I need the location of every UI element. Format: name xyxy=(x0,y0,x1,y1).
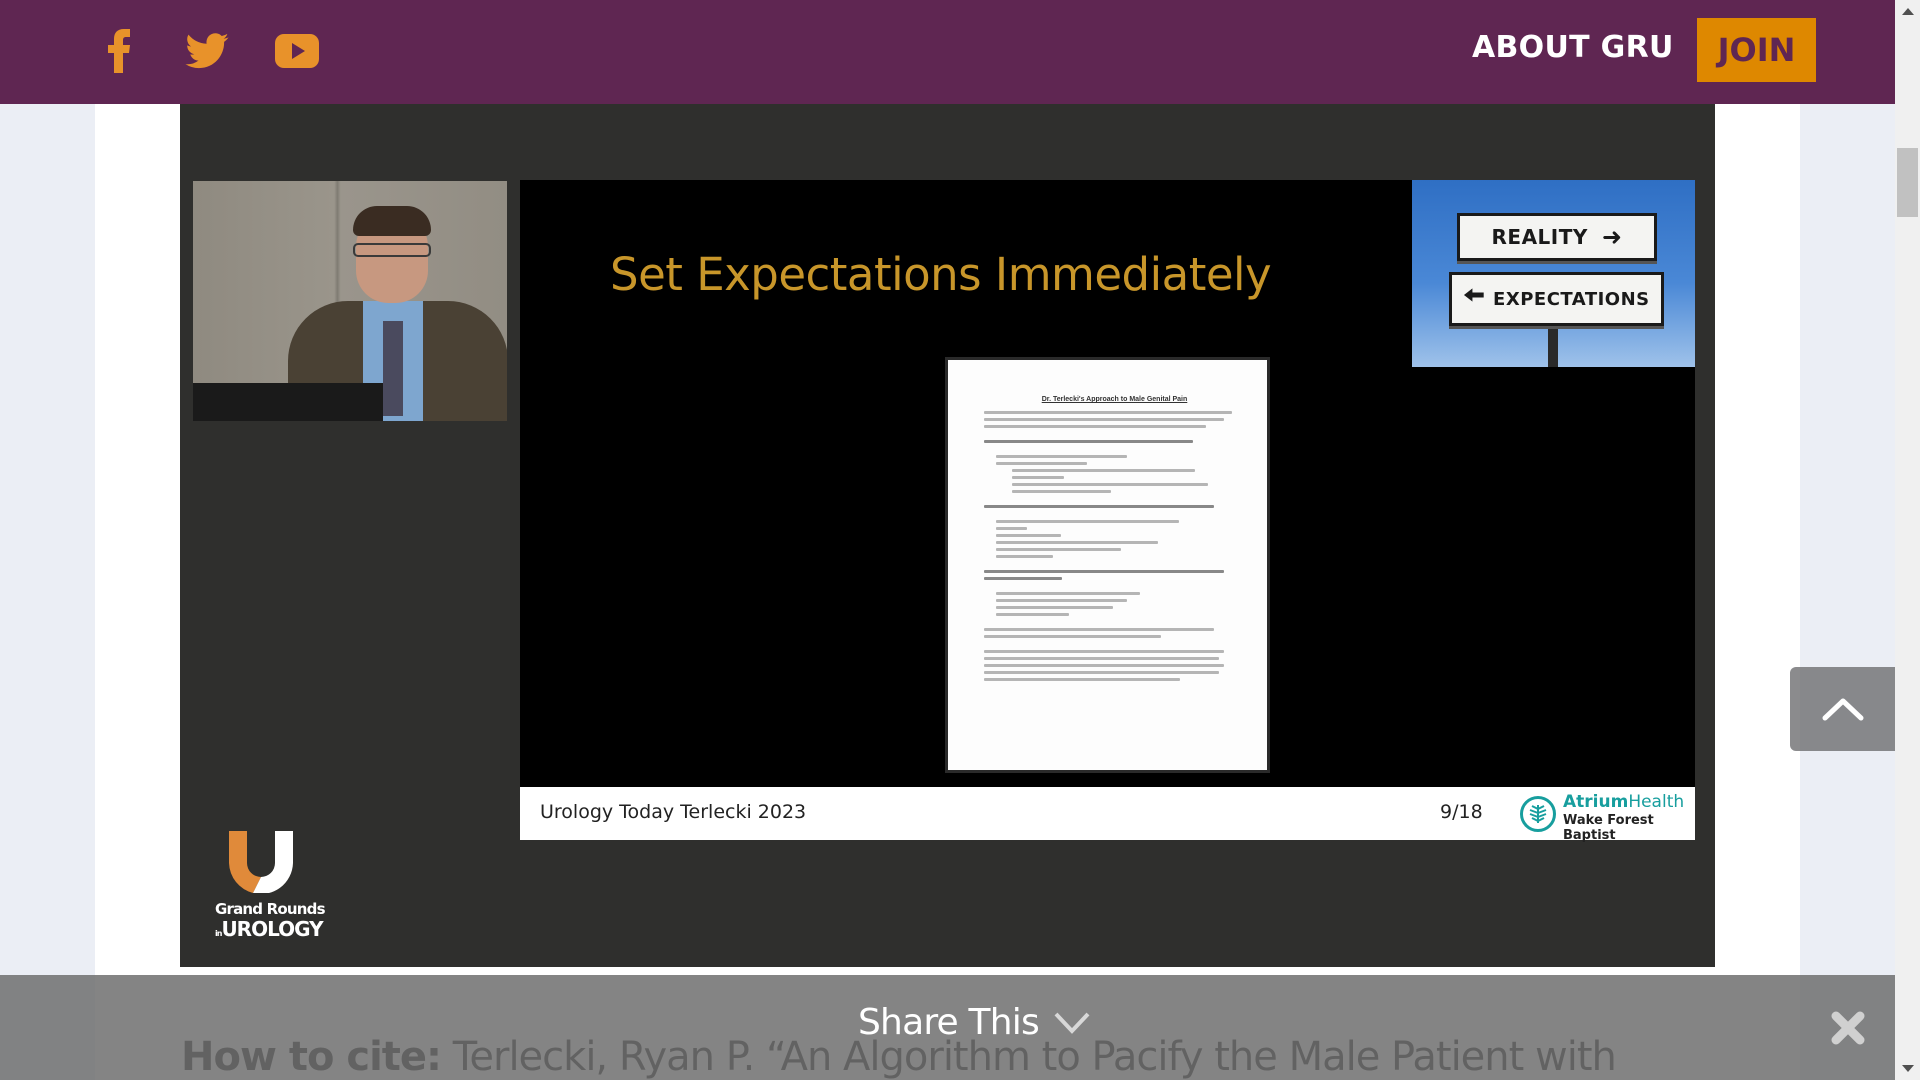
site-header: ABOUT GRU JOIN xyxy=(0,0,1895,104)
chevron-up-icon xyxy=(1822,698,1863,721)
gru-u-icon xyxy=(229,831,293,893)
grand-rounds-urology-logo: Grand Rounds inUROLOGY xyxy=(215,829,326,949)
close-icon[interactable] xyxy=(1830,1010,1866,1046)
sponsor-name: AtriumHealth xyxy=(1563,794,1684,811)
arrow-left-icon: 🠨 xyxy=(1463,281,1486,311)
share-label: Share This xyxy=(858,1002,1040,1043)
youtube-link[interactable] xyxy=(272,28,322,74)
scroll-thumb[interactable] xyxy=(1897,148,1918,217)
slide-title: Set Expectations Immediately xyxy=(610,248,1272,301)
sign-expectations: 🠨 EXPECTATIONS xyxy=(1449,272,1664,326)
chevron-down-icon xyxy=(1054,1012,1090,1034)
sponsor-name-bold: Atrium xyxy=(1563,792,1629,812)
scroll-up-arrow-icon[interactable] xyxy=(1902,8,1914,15)
sign-reality-label: REALITY xyxy=(1491,225,1588,249)
slide-footer: Urology Today Terlecki 2023 9/18 AtriumH… xyxy=(520,787,1695,843)
share-toggle[interactable]: Share This xyxy=(858,1002,1091,1043)
twitter-link[interactable] xyxy=(182,28,232,74)
slide-page-number: 9/18 xyxy=(1440,801,1483,823)
video-player[interactable]: Set Expectations Immediately REALITY ➜ 🠨… xyxy=(180,104,1715,967)
gru-logo-line2: inUROLOGY xyxy=(215,917,324,941)
facebook-link[interactable] xyxy=(94,28,144,74)
arrow-right-icon: ➜ xyxy=(1601,223,1623,251)
join-button[interactable]: JOIN xyxy=(1697,18,1816,82)
reality-expectations-image: REALITY ➜ 🠨 EXPECTATIONS xyxy=(1412,180,1695,367)
speaker-video-inset xyxy=(193,181,507,421)
gru-logo-urology: UROLOGY xyxy=(221,917,323,941)
sponsor-name-rest: Health xyxy=(1628,792,1685,812)
gru-logo-line1: Grand Rounds xyxy=(215,900,326,918)
presentation-slide: Set Expectations Immediately REALITY ➜ 🠨… xyxy=(520,180,1695,843)
slide-footer-text: Urology Today Terlecki 2023 xyxy=(540,801,807,823)
document-title: Dr. Terlecki's Approach to Male Genital … xyxy=(1041,396,1188,403)
twitter-icon xyxy=(185,33,229,69)
youtube-icon xyxy=(275,34,319,68)
facebook-icon xyxy=(108,29,130,73)
atrium-health-logo-icon xyxy=(1520,796,1556,832)
nav-about-gru[interactable]: ABOUT GRU xyxy=(1472,30,1674,65)
sponsor-subtitle: Wake Forest Baptist xyxy=(1563,813,1654,843)
share-bar: Share This xyxy=(0,975,1895,1080)
sign-reality: REALITY ➜ xyxy=(1457,213,1657,261)
sign-expectations-label: EXPECTATIONS xyxy=(1493,288,1650,310)
scroll-down-arrow-icon[interactable] xyxy=(1902,1065,1914,1072)
back-to-top-button[interactable] xyxy=(1790,667,1895,751)
page-scrollbar[interactable] xyxy=(1895,0,1920,1080)
document-thumbnail: Dr. Terlecki's Approach to Male Genital … xyxy=(945,357,1270,773)
